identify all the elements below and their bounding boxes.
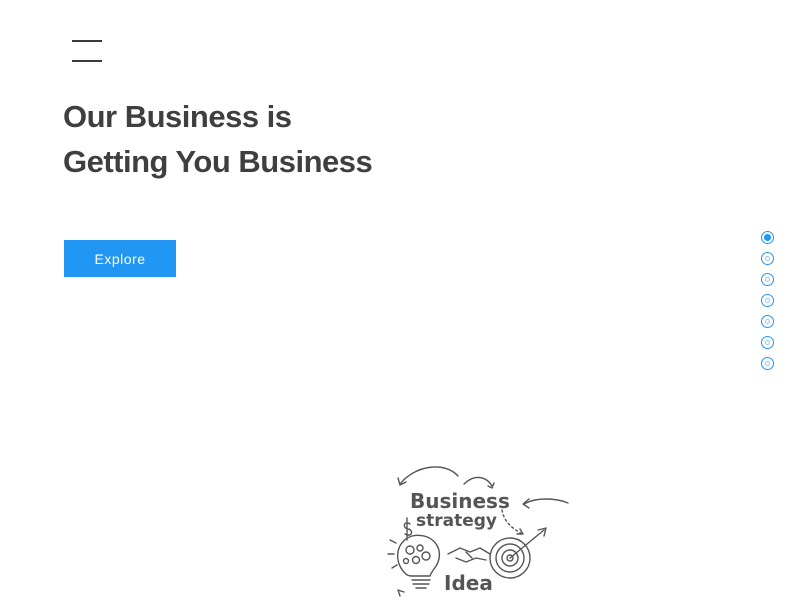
hamburger-menu-icon[interactable]	[72, 39, 103, 63]
section-pager	[761, 231, 777, 378]
pager-dot-7[interactable]	[761, 357, 774, 370]
illustration-text-strategy: strategy	[416, 511, 497, 531]
illustration-text-business: Business	[410, 489, 510, 513]
pager-dot-6[interactable]	[761, 336, 774, 349]
pager-dot-4[interactable]	[761, 294, 774, 307]
hero-title-line-2: Getting You Business	[63, 144, 373, 179]
pager-dot-2[interactable]	[761, 252, 774, 265]
business-strategy-sketch-icon: Business strategy Idea	[387, 466, 569, 597]
pager-dot-5[interactable]	[761, 315, 774, 328]
menu-bar-top	[72, 40, 102, 42]
illustration-text-idea: Idea	[444, 571, 493, 595]
pager-dot-1[interactable]	[761, 231, 774, 244]
hero-title-line-1: Our Business is	[63, 99, 292, 134]
hero-title: Our Business is Getting You Business	[63, 94, 373, 184]
pager-dot-3[interactable]	[761, 273, 774, 286]
menu-bar-bottom	[72, 60, 102, 62]
explore-button[interactable]: Explore	[64, 240, 176, 277]
